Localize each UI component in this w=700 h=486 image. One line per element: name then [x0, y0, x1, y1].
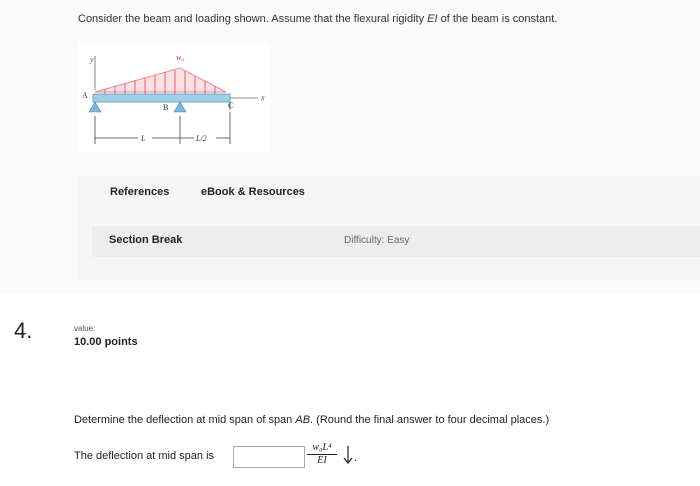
- prompt-text-start: Consider the beam and loading shown. Ass…: [78, 13, 428, 25]
- prompt-ei: EI: [427, 13, 438, 25]
- unit-numerator: w₀L⁴: [307, 442, 337, 455]
- answer-label: The deflection at mid span is: [74, 450, 215, 462]
- section-break-label: Section Break: [109, 234, 183, 246]
- deflection-answer-input[interactable]: [233, 446, 305, 468]
- beam-figure: y w₀ A B C x L L/2: [78, 42, 271, 152]
- y-axis-label: y: [89, 55, 94, 64]
- tab-references[interactable]: References: [110, 186, 169, 198]
- point-b-label: B: [163, 103, 168, 112]
- question-span-ab: AB: [295, 414, 311, 426]
- x-axis-label: x: [260, 93, 265, 102]
- load-label: w₀: [176, 53, 184, 62]
- value-points: 10.00 points: [74, 336, 138, 348]
- point-a-label: A: [82, 91, 88, 100]
- unit-denominator: EI: [317, 455, 327, 466]
- question-number: 4.: [14, 318, 33, 343]
- difficulty-label: Difficulty: Easy: [344, 235, 410, 246]
- dim-l-label: L: [140, 134, 146, 143]
- tab-ebook-resources[interactable]: eBook & Resources: [201, 186, 305, 198]
- down-arrow-icon: [343, 446, 353, 464]
- beam: [92, 93, 231, 103]
- question-text-end: . (Round the final answer to four decima…: [310, 414, 550, 426]
- prompt-text-end: of the beam is constant.: [437, 13, 558, 25]
- value-label: value:: [74, 324, 96, 333]
- question-text-start: Determine the deflection at mid span of …: [74, 414, 296, 426]
- support-b: [173, 101, 187, 113]
- question-text: Determine the deflection at mid span of …: [74, 414, 549, 426]
- problem-statement: Consider the beam and loading shown. Ass…: [78, 13, 557, 25]
- dim-l2-label: L/2: [195, 134, 207, 143]
- trailing-period: .: [354, 452, 358, 464]
- point-c-label: C: [228, 101, 234, 110]
- unit-fraction: w₀L⁴ EI: [307, 442, 337, 472]
- dimension-lines: [94, 112, 231, 144]
- support-a: [88, 101, 102, 113]
